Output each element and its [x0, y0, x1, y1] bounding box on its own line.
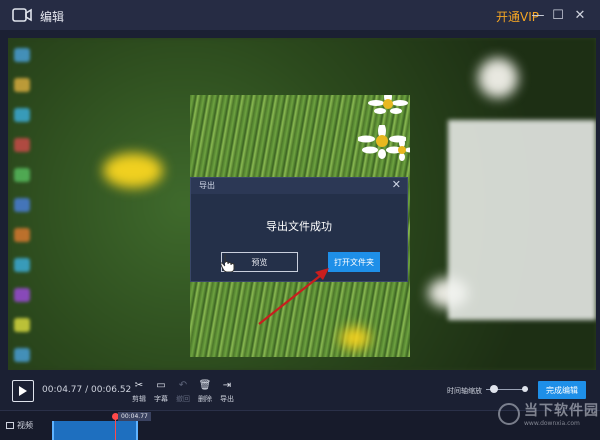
- minimize-button[interactable]: —: [530, 7, 546, 23]
- blurred-window: [448, 120, 596, 320]
- watermark: 当下软件园 www.downxia.com: [498, 400, 599, 427]
- blurred-flower: [478, 58, 518, 98]
- title-bar: 编辑 开通VIP — ☐ ✕: [0, 0, 600, 30]
- export-dialog: 导出 ✕ 导出文件成功 预览 打开文件夹: [190, 177, 408, 282]
- export-success-message: 导出文件成功: [266, 220, 332, 233]
- tool-undo[interactable]: ↶ 撤回: [172, 380, 194, 404]
- total-time: 00:06.52: [91, 385, 132, 395]
- dialog-close-button[interactable]: ✕: [392, 178, 401, 191]
- trash-icon: 🗑: [198, 380, 212, 391]
- blurred-flower: [103, 153, 163, 188]
- window-title: 编辑: [40, 10, 65, 24]
- maximize-button[interactable]: ☐: [550, 7, 566, 23]
- dialog-title: 导出: [199, 181, 215, 190]
- blurred-desktop-icons: [8, 38, 68, 370]
- time-readout: 00:04.77 / 00:06.52: [42, 385, 132, 395]
- zoom-slider-end: [522, 386, 528, 392]
- play-icon: [19, 386, 27, 396]
- film-icon: [6, 422, 14, 429]
- video-camera-icon: [12, 8, 32, 22]
- playhead-time-tooltip: 00:04.77: [118, 412, 151, 421]
- undo-icon: ↶: [178, 380, 188, 391]
- watermark-logo-icon: [498, 402, 520, 425]
- dialog-header: 导出 ✕: [191, 178, 407, 194]
- subtitle-icon: ▭: [156, 380, 166, 391]
- tool-delete[interactable]: 🗑 删除: [194, 380, 216, 404]
- tool-export[interactable]: ⇥ 导出: [216, 380, 238, 404]
- video-clip[interactable]: [52, 421, 138, 440]
- finish-edit-button[interactable]: 完成编辑: [538, 381, 586, 399]
- current-time: 00:04.77: [42, 385, 83, 395]
- close-button[interactable]: ✕: [572, 7, 588, 23]
- tool-subtitle[interactable]: ▭ 字幕: [150, 380, 172, 404]
- hand-cursor-icon: [221, 254, 235, 272]
- zoom-label: 时间轴缩放: [447, 387, 482, 395]
- play-button[interactable]: [12, 380, 34, 402]
- daisy-image: [368, 95, 408, 114]
- export-icon: ⇥: [222, 380, 232, 391]
- scissors-icon: ✂: [134, 380, 144, 391]
- tool-cut[interactable]: ✂ 剪辑: [128, 380, 150, 404]
- video-track-label: 视频: [6, 420, 33, 431]
- playhead[interactable]: [115, 417, 116, 440]
- open-folder-button[interactable]: 打开文件夹: [328, 252, 380, 272]
- daisy-image: [390, 139, 410, 161]
- zoom-slider-handle[interactable]: [490, 385, 498, 393]
